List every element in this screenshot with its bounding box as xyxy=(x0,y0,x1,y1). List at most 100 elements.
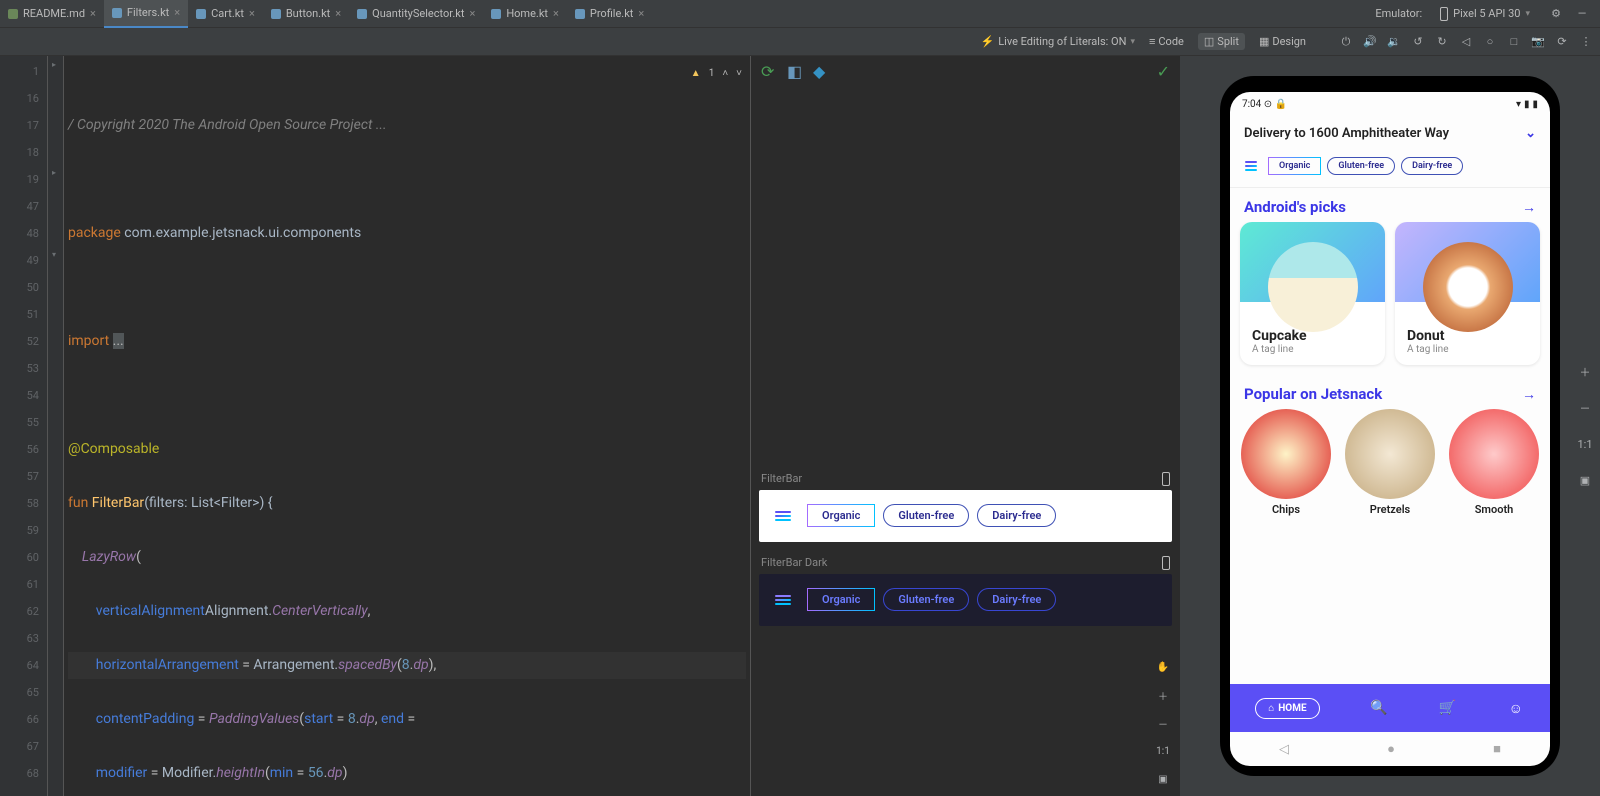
close-icon[interactable]: × xyxy=(335,7,341,20)
home-icon[interactable]: ○ xyxy=(1482,34,1498,50)
tab-button[interactable]: Button.kt× xyxy=(263,0,349,28)
snack-item[interactable]: Pretzels xyxy=(1344,409,1436,516)
zoom-fit-icon[interactable]: ▣ xyxy=(1152,768,1174,790)
code-icon: ≡ xyxy=(1149,35,1155,48)
filter-chip[interactable]: Dairy-free xyxy=(977,504,1056,527)
zoom-in-icon[interactable]: ＋ xyxy=(1574,361,1596,383)
zoom-in-icon[interactable]: ＋ xyxy=(1152,684,1174,706)
bolt-icon: ⚡ xyxy=(981,35,995,48)
snack-card[interactable]: CupcakeA tag line xyxy=(1240,222,1385,365)
back-icon[interactable]: ◁ xyxy=(1279,742,1289,757)
snack-item[interactable]: Smooth xyxy=(1448,409,1540,516)
zoom-out-icon[interactable]: － xyxy=(1574,397,1596,419)
system-ui-icon[interactable]: ◧ xyxy=(787,62,803,78)
screenshot-icon[interactable]: 📷 xyxy=(1530,34,1546,50)
close-icon[interactable]: × xyxy=(90,7,96,20)
zoom-out-icon[interactable]: － xyxy=(1152,712,1174,734)
view-mode-code[interactable]: ≡Code xyxy=(1143,33,1190,50)
tab-home[interactable]: Home.kt× xyxy=(483,0,567,28)
minimize-icon[interactable]: — xyxy=(1574,6,1590,22)
zoom-fit-icon[interactable]: ▣ xyxy=(1574,469,1596,491)
tab-quantity[interactable]: QuantitySelector.kt× xyxy=(349,0,483,28)
tab-profile[interactable]: Profile.kt× xyxy=(567,0,652,28)
filter-chip[interactable]: Gluten-free xyxy=(883,504,969,527)
filter-chip[interactable]: Dairy-free xyxy=(977,588,1056,611)
live-edit-toggle[interactable]: ⚡Live Editing of Literals: ON▾ xyxy=(981,35,1135,48)
more-icon[interactable]: ⋮ xyxy=(1578,34,1594,50)
filter-icon[interactable] xyxy=(767,584,799,616)
cart-icon[interactable]: 🛒 xyxy=(1438,699,1456,717)
overview-icon[interactable]: ■ xyxy=(1493,741,1501,757)
file-icon xyxy=(112,8,122,18)
preview-pane: ⟳ ◧ ◆ ✓ FilterBar Organic Gluten-free Da… xyxy=(750,56,1180,796)
bottom-nav: ⌂HOME 🔍 🛒 ☺ xyxy=(1230,684,1550,732)
chevron-down-icon[interactable]: ˅ xyxy=(736,60,742,87)
snack-item[interactable]: Chips xyxy=(1240,409,1332,516)
tab-readme[interactable]: README.md× xyxy=(0,0,104,28)
close-icon[interactable]: × xyxy=(249,7,255,20)
profile-icon[interactable]: ☺ xyxy=(1507,699,1525,717)
zoom-1-1-button[interactable]: 1:1 xyxy=(1574,433,1596,455)
home-icon[interactable]: ● xyxy=(1387,741,1395,757)
filter-icon[interactable] xyxy=(767,500,799,532)
back-icon[interactable]: ◁ xyxy=(1458,34,1474,50)
rotate-right-icon[interactable]: ↻ xyxy=(1434,34,1450,50)
phone-icon[interactable] xyxy=(1162,556,1170,570)
close-icon[interactable]: × xyxy=(553,7,559,20)
line-gutter: 1161718194748495051525354555657585960616… xyxy=(0,56,48,796)
check-icon: ✓ xyxy=(1157,62,1170,81)
arrow-right-icon[interactable]: → xyxy=(1522,386,1536,403)
power-icon[interactable]: ⏻ xyxy=(1338,34,1354,50)
tab-filters[interactable]: Filters.kt× xyxy=(104,0,188,28)
phone-screen[interactable]: 7:04 ⊙ 🔒 ▾▮▮ Delivery to 1600 Amphitheat… xyxy=(1230,92,1550,766)
arrow-right-icon[interactable]: → xyxy=(1522,199,1536,216)
snack-card[interactable]: DonutA tag line xyxy=(1395,222,1540,365)
rotate-left-icon[interactable]: ↺ xyxy=(1410,34,1426,50)
preview-zoom-controls: ✋ ＋ － 1:1 ▣ xyxy=(1152,656,1174,790)
fold-column[interactable]: ▸ ▸ ▾ xyxy=(48,56,64,796)
view-mode-design[interactable]: ▦Design xyxy=(1253,33,1312,50)
fold-marker[interactable]: ▸ xyxy=(52,60,56,69)
code-editor[interactable]: ▲1˄˅ / Copyright 2020 The Android Open S… xyxy=(64,56,750,796)
file-icon xyxy=(575,9,585,19)
fold-marker[interactable]: ▾ xyxy=(52,250,56,259)
nav-home[interactable]: ⌂HOME xyxy=(1255,698,1319,719)
filter-chip[interactable]: Dairy-free xyxy=(1401,157,1463,175)
tab-cart[interactable]: Cart.kt× xyxy=(188,0,263,28)
snack-image xyxy=(1449,409,1539,499)
app-filter-bar: Organic Gluten-free Dairy-free xyxy=(1230,151,1550,188)
delivery-header[interactable]: Delivery to 1600 Amphitheater Way⌄ xyxy=(1230,116,1550,151)
view-mode-split[interactable]: ◫Split xyxy=(1198,33,1245,50)
file-icon xyxy=(357,9,367,19)
volume-up-icon[interactable]: 🔊 xyxy=(1362,34,1378,50)
close-icon[interactable]: × xyxy=(174,6,180,19)
refresh-icon[interactable]: ⟳ xyxy=(761,62,777,78)
lock-icon: 🔒 xyxy=(1275,99,1287,110)
phone-icon xyxy=(1440,7,1448,21)
filter-chip[interactable]: Organic xyxy=(807,504,875,527)
filter-icon[interactable] xyxy=(1240,155,1262,177)
zoom-1-1-button[interactable]: 1:1 xyxy=(1152,740,1174,762)
pan-icon[interactable]: ✋ xyxy=(1152,656,1174,678)
search-icon[interactable]: 🔍 xyxy=(1370,699,1388,717)
fold-marker[interactable]: ▸ xyxy=(52,168,56,177)
volume-down-icon[interactable]: 🔉 xyxy=(1386,34,1402,50)
filter-chip[interactable]: Gluten-free xyxy=(1327,157,1395,175)
editor-toolbar: ⚡Live Editing of Literals: ON▾ ≡Code ◫Sp… xyxy=(0,28,1600,56)
filter-chip[interactable]: Gluten-free xyxy=(883,588,969,611)
phone-icon[interactable] xyxy=(1162,472,1170,486)
interactive-icon[interactable]: ◆ xyxy=(813,62,829,78)
reload-icon[interactable]: ⟳ xyxy=(1554,34,1570,50)
device-selector[interactable]: Pixel 5 API 30▾ xyxy=(1432,5,1538,23)
filter-chip[interactable]: Organic xyxy=(807,588,875,611)
inspection-badge[interactable]: ▲1˄˅ xyxy=(691,60,742,87)
close-icon[interactable]: × xyxy=(638,7,644,20)
snack-subtitle: A tag line xyxy=(1252,344,1373,355)
chevron-up-icon[interactable]: ˄ xyxy=(722,60,728,87)
snack-image xyxy=(1268,242,1358,332)
close-icon[interactable]: × xyxy=(469,7,475,20)
preview-light: Organic Gluten-free Dairy-free xyxy=(759,490,1172,542)
overview-icon[interactable]: □ xyxy=(1506,34,1522,50)
gear-icon[interactable]: ⚙ xyxy=(1548,6,1564,22)
filter-chip[interactable]: Organic xyxy=(1268,157,1321,175)
